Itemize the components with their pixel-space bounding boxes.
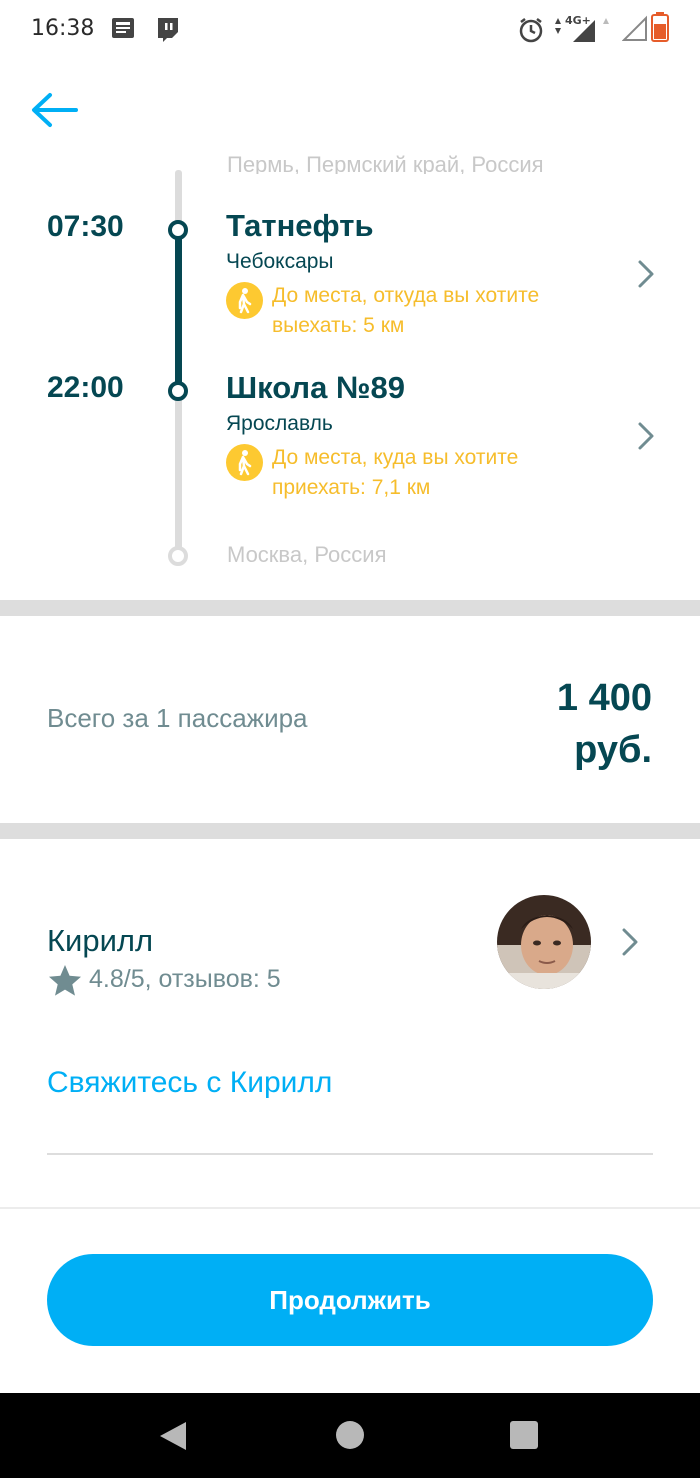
star-icon xyxy=(49,965,81,996)
nav-home-icon[interactable] xyxy=(336,1421,364,1449)
arrow-left-icon xyxy=(32,93,78,127)
departure-stop-title[interactable]: Татнефть xyxy=(226,208,374,244)
nav-back-icon[interactable] xyxy=(158,1420,188,1452)
arrival-stop-title[interactable]: Школа №89 xyxy=(226,370,405,406)
contact-driver-link[interactable]: Свяжитесь с Кирилл xyxy=(47,1066,332,1100)
departure-time: 07:30 xyxy=(47,210,124,243)
price-amount: 1 400 xyxy=(556,677,652,719)
route-rail-active xyxy=(175,228,182,391)
back-button[interactable] xyxy=(28,88,80,132)
price-currency: руб. xyxy=(574,729,652,771)
destination-dot xyxy=(168,546,188,566)
departure-dot xyxy=(168,220,188,240)
route-timeline: Пермь, Пермский край, Россия 07:30 Татне… xyxy=(0,150,700,600)
status-bar: 16:38 4G+ xyxy=(0,0,700,60)
arrival-details-chevron[interactable] xyxy=(634,420,658,452)
arrival-dot xyxy=(168,381,188,401)
twitch-icon xyxy=(154,16,182,49)
battery-icon xyxy=(651,12,669,47)
driver-photo xyxy=(497,895,591,989)
arrival-time: 22:00 xyxy=(47,371,124,404)
arrival-walk-distance: До места, куда вы хотите приехать: 7,1 к… xyxy=(272,446,519,499)
nav-recents-icon[interactable] xyxy=(510,1421,538,1449)
destination-city: Москва, Россия xyxy=(227,542,387,567)
departure-stop-city: Чебоксары xyxy=(226,250,334,273)
alarm-icon xyxy=(517,16,545,49)
driver-name[interactable]: Кирилл xyxy=(47,923,153,959)
chevron-right-icon xyxy=(638,422,654,450)
chevron-right-icon xyxy=(622,928,638,956)
footer-bar: Продолжить xyxy=(0,1207,700,1393)
continue-button[interactable]: Продолжить xyxy=(47,1254,653,1346)
arrival-stop-city: Ярославль xyxy=(226,412,333,435)
chevron-right-icon xyxy=(638,260,654,288)
departure-details-chevron[interactable] xyxy=(634,258,658,290)
system-navigation-bar xyxy=(0,1393,700,1478)
mobile-signal-icon: 4G+ xyxy=(553,12,613,49)
price-label: Всего за 1 пассажира xyxy=(47,703,308,733)
driver-profile-chevron[interactable] xyxy=(618,926,642,958)
driver-avatar[interactable] xyxy=(497,895,591,989)
walking-icon xyxy=(226,282,263,319)
contact-divider xyxy=(47,1153,653,1155)
wifi-signal-icon xyxy=(621,14,648,47)
driver-rating: 4.8/5, отзывов: 5 xyxy=(89,965,281,993)
section-divider xyxy=(0,823,700,839)
status-time: 16:38 xyxy=(31,16,95,41)
network-type-label: 4G+ xyxy=(565,14,591,27)
walking-icon xyxy=(226,444,263,481)
price-value: 1 400 руб. xyxy=(452,672,652,776)
news-icon xyxy=(110,16,138,47)
departure-walk-distance: До места, откуда вы хотите выехать: 5 км xyxy=(272,284,540,337)
section-divider xyxy=(0,600,700,616)
origin-city: Пермь, Пермский край, Россия xyxy=(227,152,544,174)
